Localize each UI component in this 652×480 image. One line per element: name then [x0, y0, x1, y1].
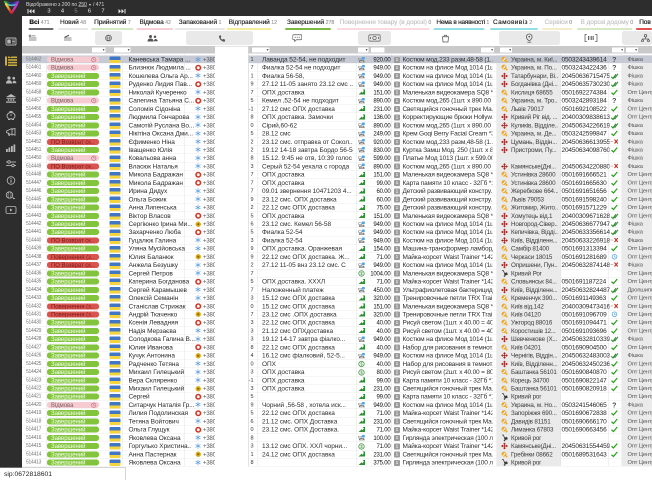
svg-text:$: $: [360, 362, 363, 367]
svg-text:$: $: [360, 370, 363, 375]
svg-text:$: $: [360, 271, 363, 276]
svg-text:$: $: [360, 444, 363, 449]
